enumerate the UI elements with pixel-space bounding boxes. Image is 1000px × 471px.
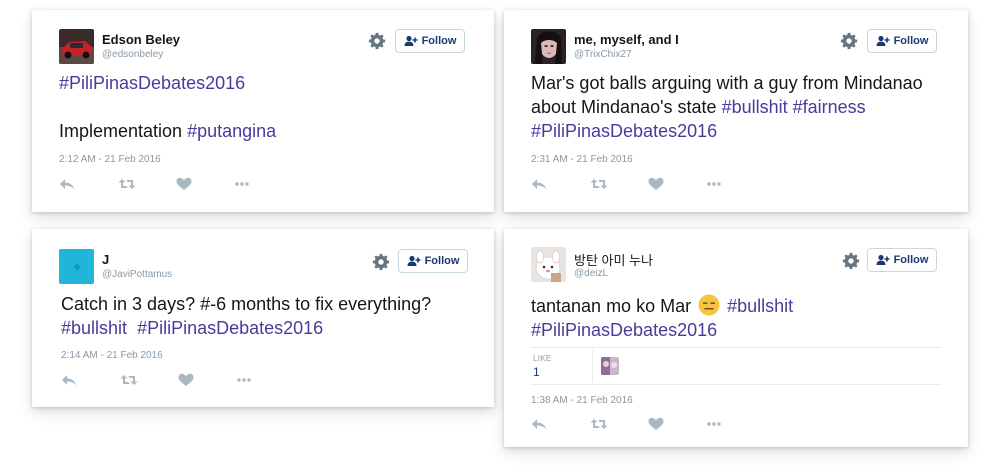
tweet-text-segment: Catch in 3 days? #-6 months to fix every… bbox=[61, 294, 437, 314]
avatar[interactable] bbox=[59, 29, 94, 64]
more-icon[interactable] bbox=[236, 373, 252, 387]
hashtag-link[interactable]: #PiliPinasDebates2016 bbox=[531, 320, 717, 340]
more-icon[interactable] bbox=[706, 417, 722, 431]
hashtag-link[interactable]: #PiliPinasDebates2016 bbox=[59, 73, 245, 93]
user-handle[interactable]: @deizL bbox=[574, 268, 608, 279]
follow-label: Follow bbox=[893, 35, 929, 47]
more-icon[interactable] bbox=[706, 177, 722, 191]
likes-count[interactable]: 1 bbox=[533, 365, 540, 379]
heart-icon[interactable] bbox=[648, 177, 664, 191]
hashtag-link[interactable]: #bullshit bbox=[722, 97, 788, 117]
hashtag-link[interactable]: #fairness bbox=[793, 97, 866, 117]
tweet-card: J @JaviPottamus Follow Catch in 3 days? … bbox=[32, 229, 494, 407]
tweet-actions bbox=[59, 177, 279, 191]
follow-button[interactable]: Follow bbox=[398, 249, 468, 273]
hashtag-link[interactable]: #PiliPinasDebates2016 bbox=[137, 318, 323, 338]
tweet-card: 방탄 아미 누나 @deizL Follow tantanan mo ko Ma… bbox=[504, 229, 968, 447]
avatar[interactable] bbox=[59, 249, 94, 284]
user-handle[interactable]: @TrixChix27 bbox=[574, 49, 632, 60]
reply-icon[interactable] bbox=[59, 177, 75, 191]
likes-label: LIKE bbox=[533, 354, 552, 363]
tweet-card: Edson Beley @edsonbeley Follow #PiliPina… bbox=[32, 10, 494, 212]
timestamp[interactable]: 2:12 AM - 21 Feb 2016 bbox=[59, 154, 161, 165]
retweet-icon[interactable] bbox=[590, 417, 608, 431]
gear-icon[interactable] bbox=[840, 32, 858, 50]
follow-label: Follow bbox=[421, 35, 457, 47]
display-name[interactable]: me, myself, and I bbox=[574, 32, 679, 47]
tweet-text-segment: tantanan mo ko Mar bbox=[531, 296, 697, 316]
expressionless-face-emoji bbox=[698, 294, 720, 316]
display-name[interactable]: J bbox=[102, 252, 109, 267]
tweet-card: me, myself, and I @TrixChix27 Follow Mar… bbox=[504, 10, 968, 212]
heart-icon[interactable] bbox=[648, 417, 664, 431]
tweet-actions bbox=[61, 373, 281, 387]
reply-icon[interactable] bbox=[531, 417, 547, 431]
follow-person-icon bbox=[876, 35, 890, 47]
timestamp[interactable]: 2:31 AM - 21 Feb 2016 bbox=[531, 154, 633, 165]
likes-row: LIKE 1 bbox=[531, 347, 941, 385]
tweet-text: #PiliPinasDebates2016 Implementation #put… bbox=[59, 71, 474, 143]
hashtag-link[interactable]: #bullshit bbox=[727, 296, 793, 316]
divider bbox=[592, 350, 593, 382]
retweet-icon[interactable] bbox=[120, 373, 138, 387]
user-handle[interactable]: @edsonbeley bbox=[102, 49, 163, 60]
hashtag-link[interactable]: #putangina bbox=[187, 121, 276, 141]
tweet-text: Catch in 3 days? #-6 months to fix every… bbox=[61, 292, 481, 340]
tweet-text: tantanan mo ko Mar #bullshit #PiliPinasD… bbox=[531, 294, 951, 342]
follow-person-icon bbox=[876, 254, 890, 266]
follow-person-icon bbox=[404, 35, 418, 47]
avatar[interactable] bbox=[531, 29, 566, 64]
gear-icon[interactable] bbox=[842, 252, 860, 270]
follow-button[interactable]: Follow bbox=[867, 248, 937, 272]
gear-icon[interactable] bbox=[368, 32, 386, 50]
follow-button[interactable]: Follow bbox=[395, 29, 465, 53]
hashtag-link[interactable]: #PiliPinasDebates2016 bbox=[531, 121, 717, 141]
follow-button[interactable]: Follow bbox=[867, 29, 937, 53]
display-name[interactable]: 방탄 아미 누나 bbox=[574, 250, 653, 269]
heart-icon[interactable] bbox=[176, 177, 192, 191]
gear-icon[interactable] bbox=[372, 253, 390, 271]
avatar[interactable] bbox=[531, 247, 566, 282]
timestamp[interactable]: 2:14 AM - 21 Feb 2016 bbox=[61, 350, 163, 361]
reply-icon[interactable] bbox=[531, 177, 547, 191]
retweet-icon[interactable] bbox=[590, 177, 608, 191]
heart-icon[interactable] bbox=[178, 373, 194, 387]
liker-avatar[interactable] bbox=[601, 357, 619, 375]
follow-label: Follow bbox=[893, 254, 929, 266]
retweet-icon[interactable] bbox=[118, 177, 136, 191]
follow-label: Follow bbox=[424, 255, 460, 267]
display-name[interactable]: Edson Beley bbox=[102, 32, 180, 47]
more-icon[interactable] bbox=[234, 177, 250, 191]
tweet-text-segment: Implementation bbox=[59, 121, 188, 141]
user-handle[interactable]: @JaviPottamus bbox=[102, 269, 172, 280]
reply-icon[interactable] bbox=[61, 373, 77, 387]
follow-person-icon bbox=[407, 255, 421, 267]
tweet-actions bbox=[531, 177, 751, 191]
hashtag-link[interactable]: #bullshit bbox=[61, 318, 127, 338]
tweet-actions bbox=[531, 417, 751, 431]
timestamp[interactable]: 1:38 AM - 21 Feb 2016 bbox=[531, 395, 633, 406]
tweet-text: Mar's got balls arguing with a guy from … bbox=[531, 71, 951, 143]
